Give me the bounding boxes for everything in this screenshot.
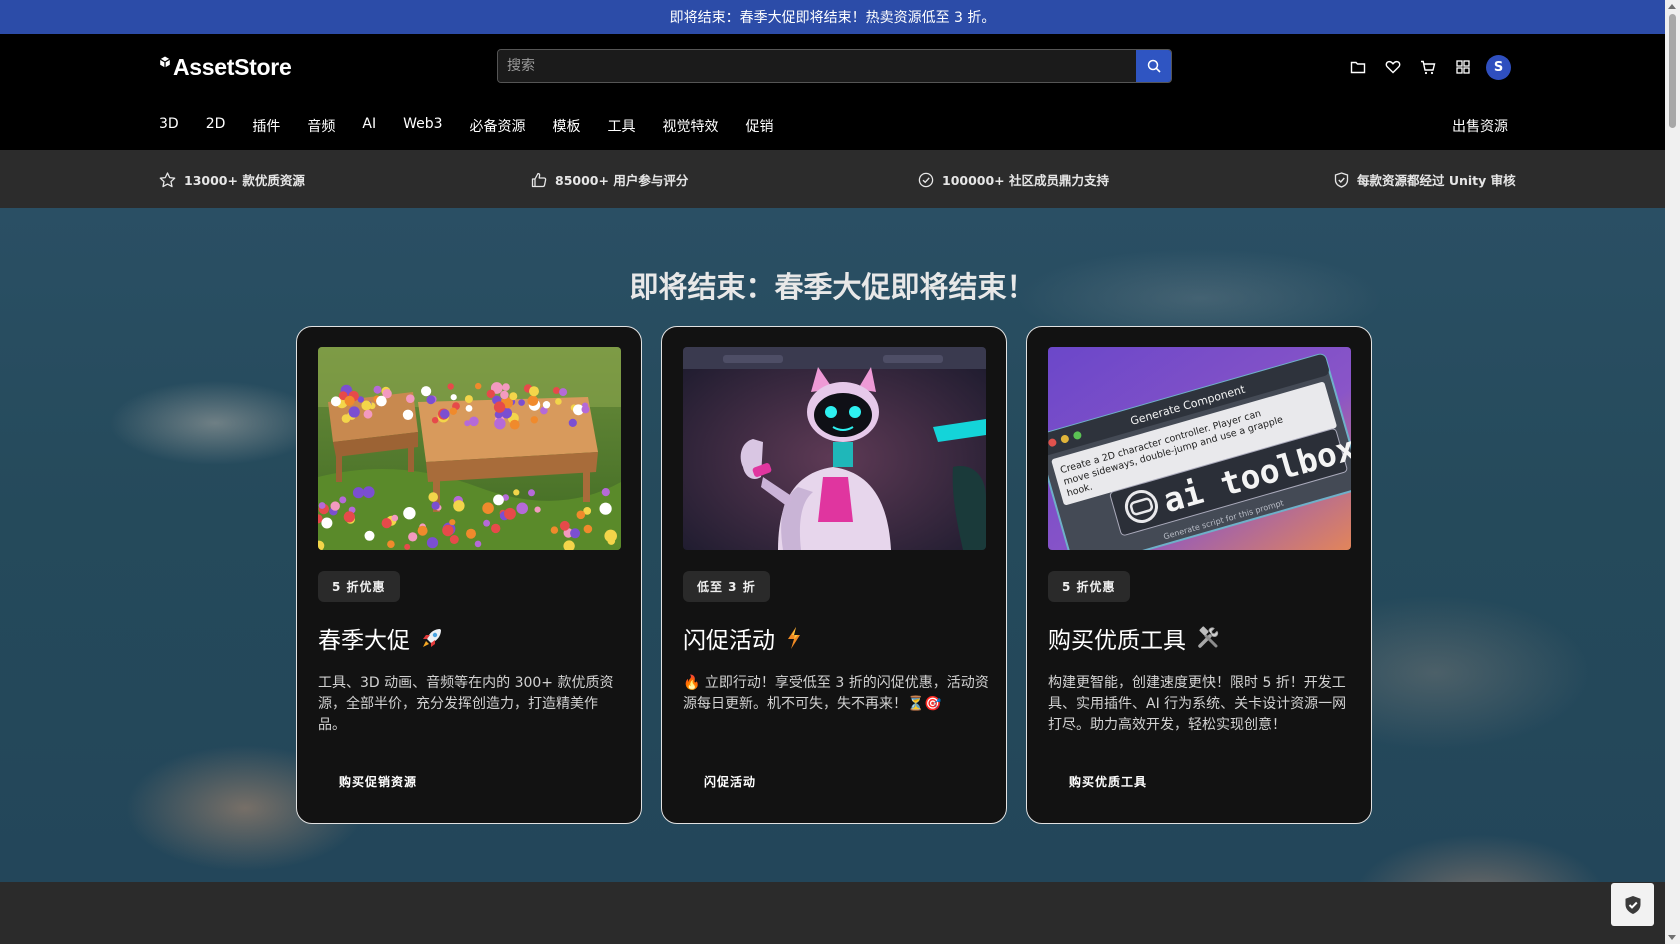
check-circle-icon — [918, 172, 934, 187]
scrollbar-thumb[interactable] — [1669, 14, 1676, 128]
card-title: 春季大促 — [318, 621, 444, 655]
nav-item-sale[interactable]: 促销 — [746, 116, 774, 136]
lightning-icon — [788, 627, 800, 649]
card-cta-link[interactable]: 购买优质工具 — [1069, 773, 1147, 790]
stat-ratings: 85000+ 用户参与评分 — [531, 170, 688, 189]
search-bar — [497, 49, 1172, 83]
star-icon — [159, 171, 176, 187]
robot-cat-character-image[interactable] — [683, 347, 986, 550]
card-title-text: 购买优质工具 — [1048, 628, 1186, 654]
stat-verified: 每款资源都经过 Unity 审核 — [1334, 170, 1516, 189]
card-title-text: 闪促活动 — [683, 628, 775, 654]
sell-assets-link[interactable]: 出售资源 — [1452, 116, 1508, 136]
apps-grid-icon[interactable] — [1445, 54, 1480, 80]
nav-item-tools[interactable]: 工具 — [608, 116, 636, 136]
card-description: 构建更智能，创建速度更快！限时 5 折！开发工具、实用插件、AI 行为系统、关卡… — [1048, 675, 1347, 733]
ai-toolbox-image[interactable]: Generate Component Create a 2D character… — [1048, 347, 1351, 550]
logo[interactable]: AssetStore — [159, 54, 292, 81]
card-title-text: 春季大促 — [318, 628, 410, 654]
folder-icon[interactable] — [1340, 54, 1375, 80]
nav-item-plugins[interactable]: 插件 — [252, 116, 280, 136]
nav-item-2d[interactable]: 2D — [206, 116, 226, 136]
discount-badge: 低至 3 折 — [683, 571, 770, 602]
flower-garden-image[interactable] — [318, 347, 621, 550]
card-cta-link[interactable]: 闪促活动 — [704, 773, 756, 790]
nav-item-3d[interactable]: 3D — [159, 116, 179, 136]
page-scrollbar[interactable] — [1665, 0, 1680, 944]
stat-assets: 13000+ 款优质资源 — [159, 170, 305, 189]
tools-icon — [1198, 626, 1219, 648]
stat-community: 100000+ 社区成员鼎力支持 — [918, 170, 1109, 189]
search-button[interactable] — [1136, 50, 1171, 82]
stat-text: 85000+ 用户参与评分 — [555, 173, 689, 188]
nav-item-templates[interactable]: 模板 — [553, 116, 581, 136]
shield-check-icon — [1625, 895, 1640, 914]
shield-check-icon — [1334, 171, 1349, 188]
page-footer — [0, 882, 1665, 944]
scroll-up-arrow-icon[interactable] — [1668, 4, 1676, 9]
nav-item-ai[interactable]: AI — [362, 116, 376, 136]
promo-card-tools[interactable]: Generate Component Create a 2D character… — [1026, 326, 1372, 824]
promo-card-flash-sale[interactable]: 低至 3 折 闪促活动 🔥 立即行动！享受低至 3 折的闪促优惠，活动资源每日更… — [661, 326, 1007, 824]
nav-item-web3[interactable]: Web3 — [403, 116, 442, 136]
stat-text: 100000+ 社区成员鼎力支持 — [942, 173, 1110, 188]
site-header: AssetStore S 3D 2D 插件 音频 AI Web3 必备资源 模板… — [0, 34, 1665, 150]
stat-text: 13000+ 款优质资源 — [184, 173, 305, 188]
discount-badge: 5 折优惠 — [318, 571, 400, 602]
card-title: 闪促活动 — [683, 621, 803, 655]
scroll-down-arrow-icon[interactable] — [1668, 935, 1676, 940]
nav-item-vfx[interactable]: 视觉特效 — [663, 116, 719, 136]
main-nav: 3D 2D 插件 音频 AI Web3 必备资源 模板 工具 视觉特效 促销 — [159, 116, 801, 136]
promo-card-spring-sale[interactable]: 5 折优惠 春季大促 工具、3D 动画、音频等在内的 300+ 款优质资源，全部… — [296, 326, 642, 824]
card-cta-link[interactable]: 购买促销资源 — [339, 773, 417, 790]
sale-hero-section: 即将结束：春季大促即将结束！ 5 折优惠 春季大促 工具、3D 动画、音频等在内… — [0, 208, 1665, 882]
card-description: 工具、3D 动画、音频等在内的 300+ 款优质资源，全部半价，充分发挥创造力，… — [318, 675, 614, 733]
privacy-shield-button[interactable] — [1611, 883, 1654, 926]
search-icon — [1147, 59, 1161, 73]
card-title: 购买优质工具 — [1048, 621, 1220, 655]
promo-banner[interactable]: 即将结束：春季大促即将结束！热卖资源低至 3 折。 — [0, 0, 1665, 34]
promo-banner-text: 即将结束：春季大促即将结束！热卖资源低至 3 折。 — [669, 10, 996, 26]
discount-badge: 5 折优惠 — [1048, 571, 1130, 602]
thumbs-up-icon — [531, 172, 547, 187]
search-input[interactable] — [498, 50, 1136, 82]
nav-item-essentials[interactable]: 必备资源 — [470, 116, 526, 136]
header-actions: S — [1340, 54, 1511, 80]
logo-cube-icon — [159, 55, 171, 71]
logo-text: AssetStore — [173, 54, 292, 80]
cart-icon[interactable] — [1410, 54, 1445, 80]
nav-item-audio[interactable]: 音频 — [307, 116, 335, 136]
hero-title: 即将结束：春季大促即将结束！ — [629, 270, 1036, 304]
stats-bar: 13000+ 款优质资源 85000+ 用户参与评分 100000+ 社区成员鼎… — [0, 150, 1665, 208]
heart-icon[interactable] — [1375, 54, 1410, 80]
stat-text: 每款资源都经过 Unity 审核 — [1357, 173, 1516, 188]
card-description: 🔥 立即行动！享受低至 3 折的闪促优惠，活动资源每日更新。机不可失，失不再来！… — [683, 675, 989, 712]
user-avatar[interactable]: S — [1486, 54, 1511, 80]
rocket-icon — [423, 629, 441, 647]
